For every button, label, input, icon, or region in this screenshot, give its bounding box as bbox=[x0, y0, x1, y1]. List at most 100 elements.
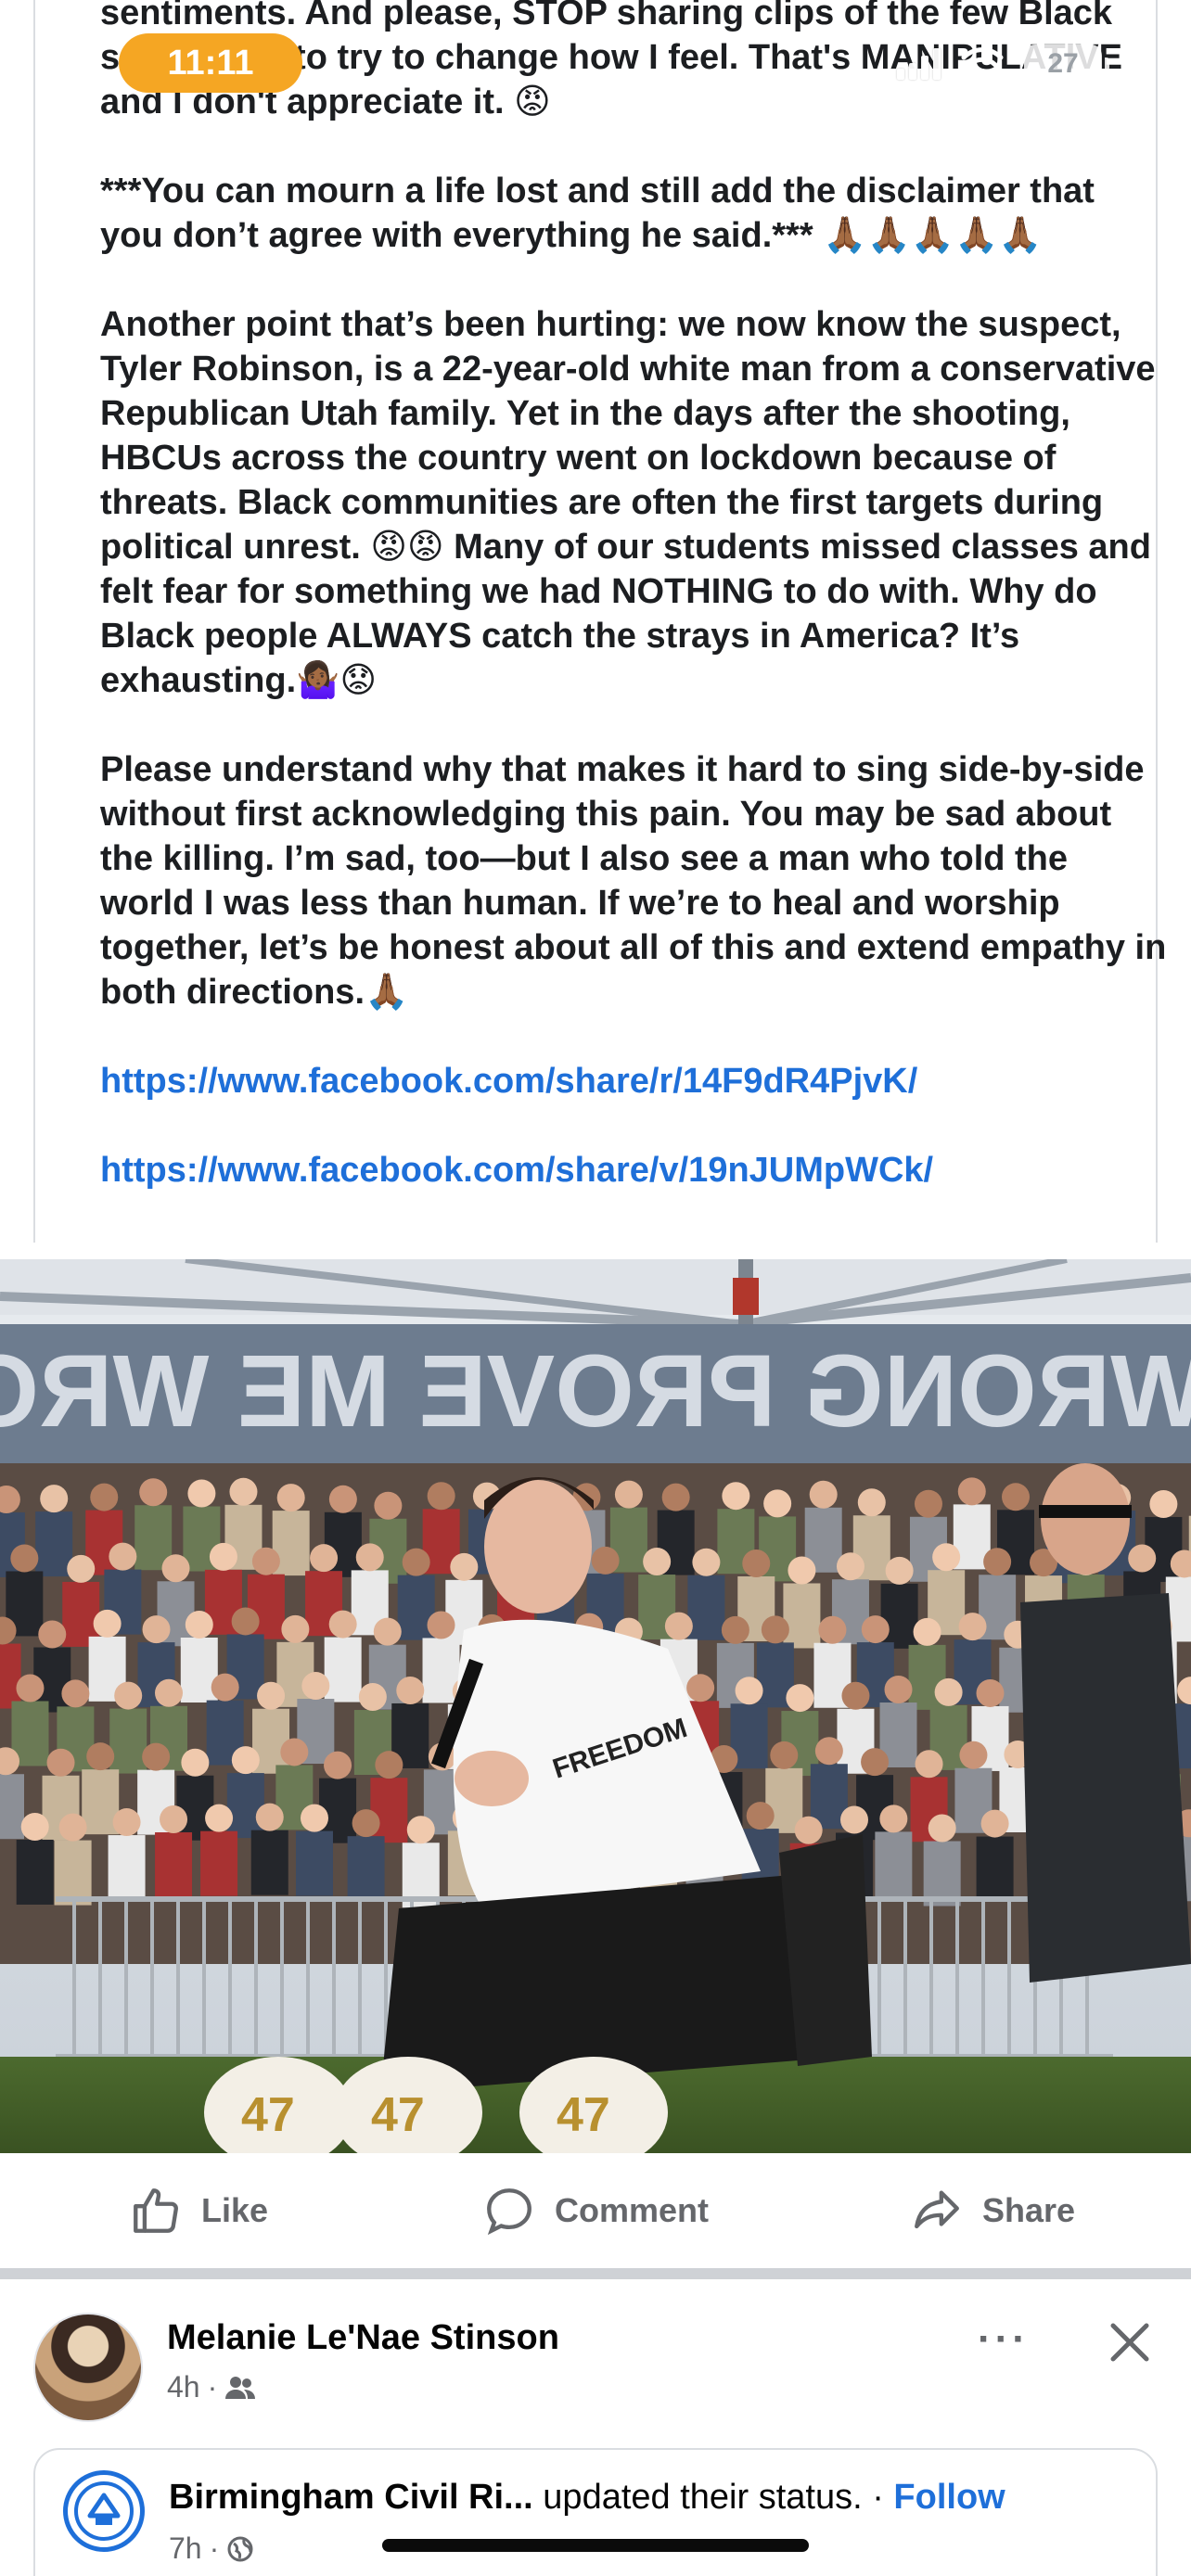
share-button[interactable]: Share bbox=[794, 2184, 1191, 2238]
crowd-head bbox=[980, 1809, 1009, 1838]
crowd-head bbox=[450, 1552, 479, 1581]
crowd-head bbox=[155, 1678, 184, 1707]
shared-status-card[interactable]: Birmingham Civil Ri... updated their sta… bbox=[33, 2448, 1158, 2576]
crowd-person bbox=[0, 1643, 21, 1709]
crowd-head bbox=[959, 1741, 988, 1769]
crowd-head bbox=[374, 1491, 403, 1520]
crowd-head bbox=[591, 1546, 620, 1575]
crowd-head bbox=[958, 1613, 987, 1641]
crowd-person bbox=[324, 1637, 362, 1702]
post-card: sentiments. And please, STOP sharing cli… bbox=[33, 0, 1166, 1243]
crowd-person bbox=[295, 1830, 333, 1896]
crowd-head bbox=[281, 1614, 310, 1643]
crowd-head bbox=[187, 1479, 216, 1508]
crowd-head bbox=[914, 1489, 942, 1518]
crowd-head bbox=[957, 1477, 986, 1506]
page-name[interactable]: Birmingham Civil Ri... bbox=[169, 2478, 533, 2517]
post-action-bar: Like Comment Share bbox=[0, 2153, 1191, 2268]
post-link[interactable]: https://www.facebook.com/share/v/19nJUMp… bbox=[100, 1148, 1167, 1192]
crowd-head bbox=[16, 1674, 45, 1702]
crowd-head bbox=[814, 1737, 843, 1766]
shared-time[interactable]: 7h bbox=[169, 2531, 202, 2566]
comment-button[interactable]: Comment bbox=[397, 2184, 794, 2238]
crowd-head bbox=[251, 1547, 280, 1575]
crowd-head bbox=[721, 1615, 749, 1644]
crowd-head bbox=[396, 1676, 425, 1704]
crowd-head bbox=[742, 1549, 771, 1577]
like-label: Like bbox=[200, 2191, 269, 2229]
event-photo-illustration: ME WRONG PROVE ME WRONG FREEDOM bbox=[0, 1259, 1191, 2153]
crowd-person bbox=[250, 1830, 288, 1895]
crowd-head bbox=[40, 1485, 69, 1513]
crowd-person bbox=[347, 1836, 385, 1902]
follow-button[interactable]: Follow bbox=[893, 2478, 1005, 2517]
crowd-person bbox=[54, 1840, 92, 1906]
crowd-person bbox=[875, 1831, 913, 1897]
post-paragraph: Please understand why that makes it hard… bbox=[100, 750, 1167, 1012]
crowd-head bbox=[761, 1615, 789, 1644]
crowd-head bbox=[879, 1804, 908, 1833]
crowd-person bbox=[16, 1839, 54, 1905]
comment-bubble-icon bbox=[487, 2188, 531, 2236]
comment-label: Comment bbox=[554, 2191, 709, 2229]
avatar[interactable] bbox=[33, 2313, 143, 2422]
post-link[interactable]: https://www.facebook.com/share/r/14F9dR4… bbox=[100, 1059, 1167, 1103]
close-icon[interactable] bbox=[1104, 2316, 1156, 2368]
post-paragraph: ***You can mourn a life lost and still a… bbox=[100, 172, 1095, 255]
post-author-name[interactable]: Melanie Le'Nae Stinson bbox=[167, 2318, 559, 2358]
crowd-head bbox=[722, 1482, 750, 1511]
crowd-head bbox=[770, 1741, 799, 1769]
crowd-person bbox=[783, 1583, 821, 1649]
crowd-head bbox=[328, 1610, 357, 1639]
crowd-head bbox=[373, 1617, 402, 1646]
crowd-person bbox=[109, 1708, 147, 1774]
banner-text: ME WRONG PROVE ME WRONG bbox=[0, 1334, 1191, 1448]
crowd-head bbox=[161, 1554, 190, 1583]
crowd-head bbox=[300, 1804, 328, 1832]
crowd-person bbox=[880, 1583, 918, 1649]
crowd-head bbox=[185, 1611, 213, 1639]
thumbs-up-icon bbox=[134, 2188, 178, 2233]
more-options-icon[interactable]: ··· bbox=[978, 2316, 1030, 2363]
crowd-head bbox=[231, 1607, 260, 1636]
crowd-head bbox=[841, 1681, 870, 1710]
svg-text:ME WRONG PROVE ME WRONG: ME WRONG PROVE ME WRONG bbox=[0, 1334, 1191, 1448]
crowd-head bbox=[1149, 1489, 1178, 1518]
crowd-head bbox=[324, 1751, 352, 1779]
globe-icon bbox=[227, 2536, 253, 2561]
crowd-head bbox=[763, 1489, 792, 1518]
crowd-head bbox=[142, 1615, 171, 1644]
crowd-person bbox=[35, 1511, 73, 1577]
crowd-person bbox=[687, 1575, 725, 1640]
crowd-head bbox=[231, 1746, 260, 1775]
crowd-head bbox=[86, 1742, 115, 1771]
crowd-head bbox=[114, 1681, 143, 1710]
home-indicator[interactable] bbox=[382, 2539, 809, 2552]
like-button[interactable]: Like bbox=[0, 2184, 397, 2238]
shared-status-headline: Birmingham Civil Ri... updated their sta… bbox=[169, 2478, 1005, 2517]
crowd-person bbox=[180, 1638, 218, 1703]
crowd-person bbox=[0, 1774, 25, 1840]
crowd-head bbox=[1128, 1544, 1157, 1573]
crowd-head bbox=[427, 1611, 455, 1639]
crowd-person bbox=[976, 1836, 1014, 1902]
post-paragraph: Another point that’s been hurting: we no… bbox=[100, 305, 1156, 700]
crowd-head bbox=[1002, 1483, 1031, 1511]
crowd-head bbox=[67, 1554, 96, 1583]
crowd-head bbox=[38, 1620, 67, 1649]
shared-action-text: updated their status. bbox=[543, 2478, 863, 2517]
crowd-head bbox=[976, 1678, 1005, 1707]
crowd-head bbox=[93, 1609, 122, 1638]
post-time[interactable]: 4h bbox=[167, 2370, 200, 2404]
share-arrow-icon bbox=[915, 2190, 959, 2229]
crowd-head bbox=[358, 1683, 387, 1712]
crowd-head bbox=[928, 1814, 956, 1843]
page-logo[interactable] bbox=[63, 2470, 145, 2552]
crowd-head bbox=[61, 1679, 90, 1708]
crowd-head bbox=[301, 1672, 330, 1701]
post-photo[interactable]: ME WRONG PROVE ME WRONG FREEDOM bbox=[0, 1259, 1191, 2153]
crowd-head bbox=[818, 1615, 847, 1644]
crowd-person bbox=[200, 1830, 238, 1896]
crowd-head bbox=[861, 1748, 890, 1777]
crowd-head bbox=[794, 1816, 823, 1844]
